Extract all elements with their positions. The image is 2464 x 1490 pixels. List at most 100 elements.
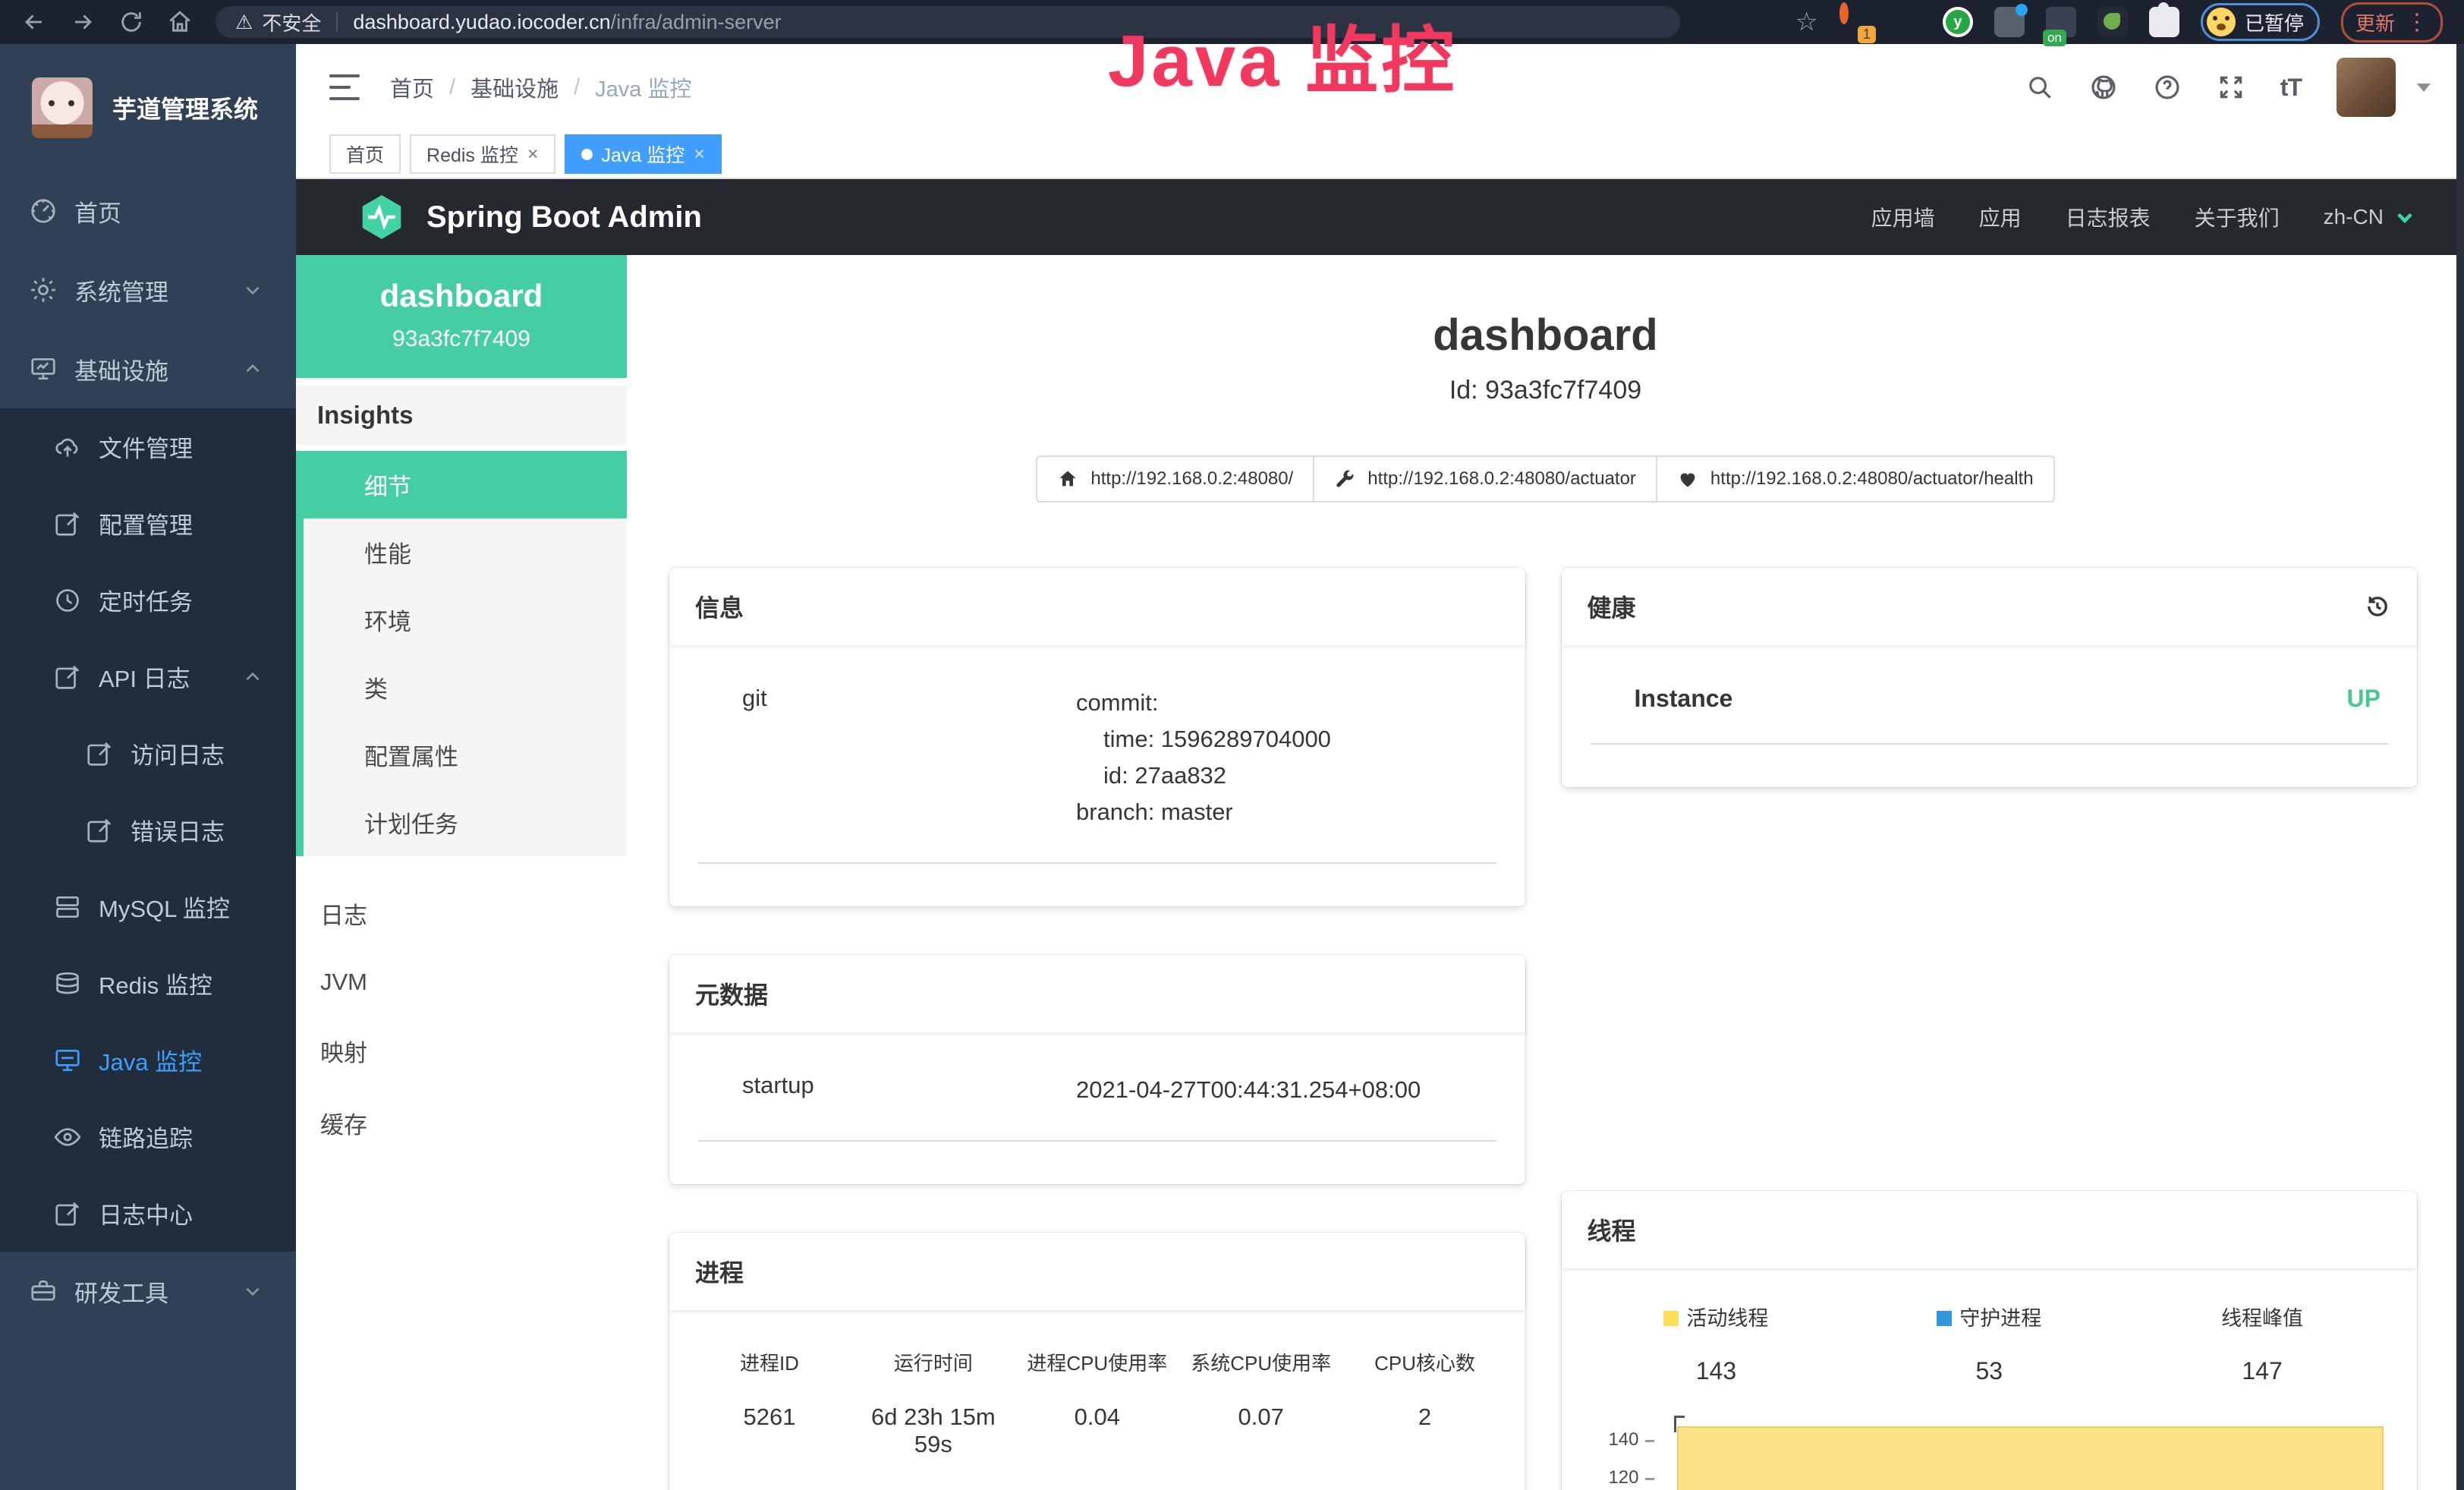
git-branch-line: branch: master [1076,794,1331,830]
fontsize-icon[interactable]: tT [2280,74,2302,102]
sidebar-item-access-log[interactable]: 访问日志 [0,715,296,792]
extension-grid-icon[interactable] [1994,7,2025,37]
sba-item-jvm[interactable]: JVM [296,950,627,1015]
github-icon[interactable] [2089,73,2118,102]
gear-icon [29,276,58,304]
address-separator [336,12,338,32]
sidebar-item-api-log[interactable]: API 日志 [0,638,296,715]
sba-item-details[interactable]: 细节 [304,451,627,518]
scrollbar[interactable] [2456,44,2464,1490]
service-url-button[interactable]: http://192.168.0.2:48080/ [1036,455,1314,502]
sba-item-classes[interactable]: 类 [304,654,627,721]
sidebar-item-label: 链路追踪 [99,1120,193,1154]
tab-home[interactable]: 首页 [329,134,401,174]
sidebar-item-redis[interactable]: Redis 监控 [0,945,296,1022]
health-card: 健康 Instance UP [1562,568,2418,787]
update-button[interactable]: 更新 ⋮ [2341,2,2443,43]
address-bar[interactable]: ⚠ 不安全 dashboard.yudao.iocoder.cn/infra/a… [216,6,1680,38]
metadata-card-title: 元数据 [695,976,768,1011]
edit-icon [53,1199,82,1228]
reload-icon[interactable] [118,9,144,35]
toolbox-icon [29,1277,58,1306]
tab-redis-monitor[interactable]: Redis 监控 × [410,134,555,174]
sba-item-configprops[interactable]: 配置属性 [304,721,627,789]
info-card: 信息 git commit: time: 1596289704000 id: 2… [669,568,1525,906]
sidebar-item-config[interactable]: 配置管理 [0,485,296,562]
actuator-url-button[interactable]: http://192.168.0.2:48080/actuator [1313,455,1657,502]
user-menu-caret-icon[interactable] [2417,83,2431,92]
browser-menu-icon[interactable]: ⋮ [2406,9,2428,36]
threads-card-title: 线程 [1588,1212,1636,1247]
sidebar-item-tracing[interactable]: 链路追踪 [0,1098,296,1175]
tab-java-monitor[interactable]: Java 监控 × [565,134,722,174]
process-value: 6d 23h 15m 59s [851,1403,1015,1458]
tab-label: 首页 [346,140,384,168]
sba-item-mappings[interactable]: 映射 [296,1015,627,1087]
heart-icon [1677,468,1698,490]
url-path[interactable]: /infra/admin-server [611,11,782,34]
help-icon[interactable] [2153,73,2182,102]
extension-drop-icon[interactable] [1891,7,1921,37]
bookmark-star-icon[interactable]: ☆ [1795,7,1817,37]
sidebar-item-label: 访问日志 [131,736,225,770]
sba-item-metrics[interactable]: 性能 [304,518,627,586]
sidebar-item-home[interactable]: 首页 [0,172,296,250]
health-url-button[interactable]: http://192.168.0.2:48080/actuator/health [1656,455,2055,502]
sba-nav-journal[interactable]: 日志报表 [2066,202,2151,232]
sidebar-item-jobs[interactable]: 定时任务 [0,562,296,638]
sba-nav-applications[interactable]: 应用 [1979,202,2022,232]
status-badge: UP [2347,685,2381,713]
breadcrumb-separator: / [574,75,580,100]
sidebar-item-java-monitor[interactable]: Java 监控 [0,1022,296,1098]
sba-brand[interactable]: Spring Boot Admin [357,192,702,242]
admin-sidebar: 芋道管理系统 首页 系统管理 基础设施 文件管理 [0,44,296,1490]
locale-selector[interactable]: zh-CN [2324,205,2415,229]
sba-item-caches[interactable]: 缓存 [296,1087,627,1159]
sidebar-item-system[interactable]: 系统管理 [0,250,296,329]
sidebar-item-log-center[interactable]: 日志中心 [0,1175,296,1252]
profile-chip[interactable]: 已暂停 [2201,3,2320,41]
extension-badge: 1 [1858,26,1876,43]
legend-label: 线程峰值 [2221,1307,2303,1330]
hamburger-icon[interactable] [329,74,360,100]
breadcrumb-infra[interactable]: 基础设施 [470,71,559,103]
sidebar-item-files[interactable]: 文件管理 [0,408,296,485]
fullscreen-icon[interactable] [2217,73,2245,102]
sidebar-item-label: 文件管理 [99,430,193,464]
extension-orange-icon[interactable]: 1 [1839,7,1870,37]
sba-nav-about[interactable]: 关于我们 [2195,202,2280,232]
sba-item-environment[interactable]: 环境 [304,586,627,654]
breadcrumb-home[interactable]: 首页 [390,71,434,103]
tab-close-icon[interactable]: × [694,143,705,165]
app-logo-row[interactable]: 芋道管理系统 [0,44,296,172]
metadata-value: 2021-04-27T00:44:31.254+08:00 [1076,1072,1421,1108]
sidebar-item-error-log[interactable]: 错误日志 [0,792,296,868]
sba-nav-wallboard[interactable]: 应用墙 [1871,202,1935,232]
extension-leaf-icon[interactable] [2097,7,2128,37]
sba-app-header[interactable]: dashboard 93a3fc7f7409 [296,255,627,378]
extension-list-icon[interactable]: on [2046,7,2076,37]
sba-item-logfile[interactable]: 日志 [296,877,627,950]
y-tick-140: 140 [1589,1429,1654,1451]
sidebar-item-infra[interactable]: 基础设施 [0,329,296,408]
url-host[interactable]: dashboard.yudao.iocoder.cn [353,11,610,34]
user-avatar[interactable] [2337,58,2396,117]
sidebar-item-mysql[interactable]: MySQL 监控 [0,868,296,945]
extensions-puzzle-icon[interactable] [2149,7,2179,37]
process-card-title: 进程 [695,1254,744,1289]
tab-label: Redis 监控 [426,140,518,168]
extension-green-icon[interactable]: y [1943,7,1973,37]
sidebar-item-devtools[interactable]: 研发工具 [0,1252,296,1331]
security-label[interactable]: 不安全 [262,8,321,36]
process-col-sys-cpu: 系统CPU使用率 0.07 [1179,1348,1343,1458]
info-card-title: 信息 [695,589,744,624]
health-card-title: 健康 [1588,589,1636,624]
home-icon[interactable] [167,9,193,35]
tab-close-icon[interactable]: × [527,143,539,165]
back-icon[interactable] [21,9,47,35]
sba-item-scheduled[interactable]: 计划任务 [304,789,627,856]
forward-icon[interactable] [70,9,96,35]
on-badge: on [2043,30,2066,46]
history-icon[interactable] [2364,593,2391,620]
search-icon[interactable] [2025,73,2054,102]
